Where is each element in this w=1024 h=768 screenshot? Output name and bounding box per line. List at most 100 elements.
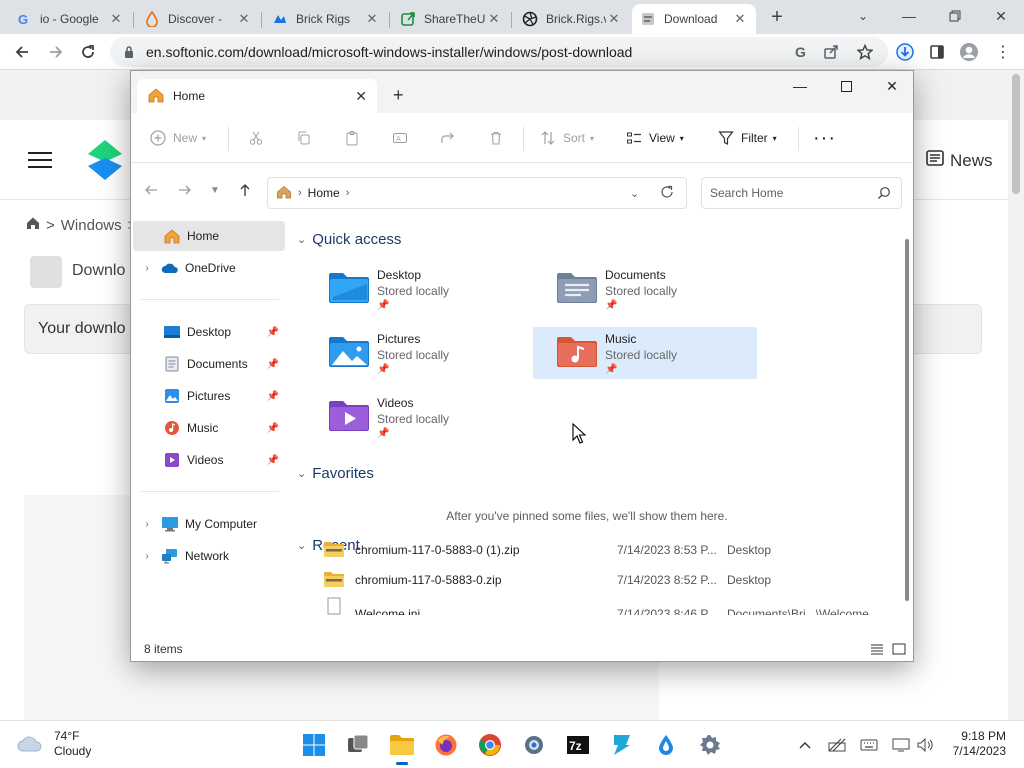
address-bar[interactable]: en.softonic.com/download/microsoft-windo… [110,37,888,67]
explorer-scrollbar[interactable] [905,239,909,601]
favorites-header[interactable]: ⌄ Favorites [297,465,374,482]
app-s-icon[interactable] [606,729,638,761]
share-button[interactable] [439,125,463,151]
scrollbar-thumb[interactable] [1012,74,1020,194]
quick-access-item-music[interactable]: Music Stored locally 📌 [533,327,757,379]
close-window-button[interactable]: ✕ [978,0,1024,32]
close-tab-icon[interactable]: ✕ [108,11,124,27]
display-icon[interactable] [890,735,912,755]
tab-search-icon[interactable]: ⌄ [840,0,886,32]
nav-item-pictures[interactable]: Pictures 📌 [133,381,285,411]
chrome-icon[interactable] [474,729,506,761]
droplet-app-icon[interactable] [650,729,682,761]
breadcrumb-windows[interactable]: Windows [61,217,122,234]
news-link[interactable]: News [926,150,993,171]
close-tab-icon[interactable]: ✕ [732,11,748,27]
page-scrollbar[interactable] [1008,70,1024,720]
table-row[interactable]: chromium-117-0-5883-0 (1).zip 7/14/2023 … [323,537,893,563]
pin-icon[interactable]: 📌 [267,327,279,338]
quick-access-item-documents[interactable]: Documents Stored locally 📌 [549,263,773,315]
nav-item-videos[interactable]: Videos 📌 [133,445,285,475]
expand-chevron-icon[interactable]: › [139,551,155,562]
nav-item-music[interactable]: Music 📌 [133,413,285,443]
bookmark-star-icon[interactable] [852,38,878,66]
back-button[interactable] [8,38,36,66]
address-history-dropdown-icon[interactable]: ⌄ [630,187,639,200]
delete-button[interactable] [487,125,511,151]
collapse-chevron-icon[interactable]: ⌄ [297,233,306,246]
expand-chevron-icon[interactable]: › [139,263,155,274]
system-clock[interactable]: 9:18 PM 7/14/2023 [946,729,1006,759]
close-tab-icon[interactable]: ✕ [355,88,367,105]
more-options-button[interactable]: ··· [813,125,836,151]
new-button[interactable]: New ▾ [149,125,206,151]
start-button[interactable] [298,729,330,761]
filter-button[interactable]: Filter ▾ [717,125,777,151]
paste-button[interactable] [343,125,367,151]
7zip-icon[interactable]: 7z [562,729,594,761]
pin-icon[interactable]: 📌 [267,391,279,402]
explorer-address-bar[interactable]: › Home › ⌄ [267,177,687,209]
pin-icon[interactable]: 📌 [267,423,279,434]
google-lens-icon[interactable]: G [788,38,814,66]
nav-item-home[interactable]: Home [133,221,285,251]
details-view-icon[interactable] [869,641,885,657]
close-tab-icon[interactable]: ✕ [364,11,380,27]
hamburger-menu-icon[interactable] [28,152,52,170]
share-page-icon[interactable] [818,38,844,66]
reload-button[interactable] [74,38,102,66]
close-tab-icon[interactable]: ✕ [606,11,622,27]
nav-item-my-computer[interactable]: › My Computer [133,509,285,539]
view-button[interactable]: View ▾ [625,125,684,151]
explorer-tab-home[interactable]: Home ✕ [137,79,377,113]
browser-tab-download[interactable]: Download ✕ [632,4,756,34]
table-row[interactable]: chromium-117-0-5883-0.zip 7/14/2023 8:52… [323,567,893,593]
browser-tab-google[interactable]: G io - Google ✕ [8,4,132,34]
explorer-minimize-button[interactable]: — [777,71,823,101]
quick-access-header[interactable]: ⌄ Quick access [297,231,401,248]
quick-access-item-desktop[interactable]: Desktop Stored locally 📌 [321,263,545,315]
forward-button[interactable] [42,38,70,66]
explorer-search-input[interactable]: Search Home [701,177,902,209]
nav-item-documents[interactable]: Documents 📌 [133,349,285,379]
collapse-chevron-icon[interactable]: ⌄ [297,467,306,480]
rename-button[interactable]: A [391,125,415,151]
collapse-chevron-icon[interactable]: ⌄ [297,539,306,552]
settings-gear-icon[interactable] [518,729,550,761]
browser-tab-sharetheu[interactable]: ShareTheU ✕ [392,4,510,34]
nav-item-onedrive[interactable]: › OneDrive [133,253,285,283]
weather-widget[interactable]: 74°F Cloudy [16,729,91,759]
close-tab-icon[interactable]: ✕ [486,11,502,27]
tiles-view-icon[interactable] [891,641,907,657]
pin-icon[interactable]: 📌 [267,359,279,370]
keyboard-icon[interactable] [858,735,880,755]
show-hidden-icons-chevron[interactable] [794,735,816,755]
up-arrow-icon[interactable] [233,177,257,203]
quick-access-item-pictures[interactable]: Pictures Stored locally 📌 [321,327,545,379]
browser-tab-discover[interactable]: Discover - ✕ [136,4,260,34]
forward-arrow-icon[interactable] [173,177,197,203]
explorer-maximize-button[interactable] [823,71,869,101]
recent-locations-icon[interactable]: ▼ [203,177,227,203]
no-network-icon[interactable] [826,735,848,755]
volume-icon[interactable] [914,735,936,755]
browser-tab-brick-rigs[interactable]: Brick Rigs ✕ [264,4,388,34]
task-view-icon[interactable] [342,729,374,761]
softonic-logo[interactable] [88,140,122,180]
more-menu-icon[interactable]: ⋮ [990,38,1016,66]
cut-button[interactable] [247,125,271,151]
sort-button[interactable]: Sort ▾ [539,125,594,151]
settings-cog-icon[interactable] [694,729,726,761]
download-icon[interactable] [892,38,918,66]
table-row[interactable]: Welcome.ini 7/14/2023 8:46 P... Document… [323,597,893,615]
profile-avatar[interactable] [956,38,982,66]
explorer-close-button[interactable]: ✕ [869,71,915,101]
nav-item-desktop[interactable]: Desktop 📌 [133,317,285,347]
nav-item-network[interactable]: › Network [133,541,285,571]
minimize-button[interactable]: — [886,0,932,32]
expand-chevron-icon[interactable]: › [139,519,155,530]
firefox-icon[interactable] [430,729,462,761]
address-crumb-home[interactable]: Home [308,186,340,200]
browser-tab-brick-rigs-v[interactable]: Brick.Rigs.v ✕ [514,4,630,34]
home-icon[interactable] [26,216,40,234]
